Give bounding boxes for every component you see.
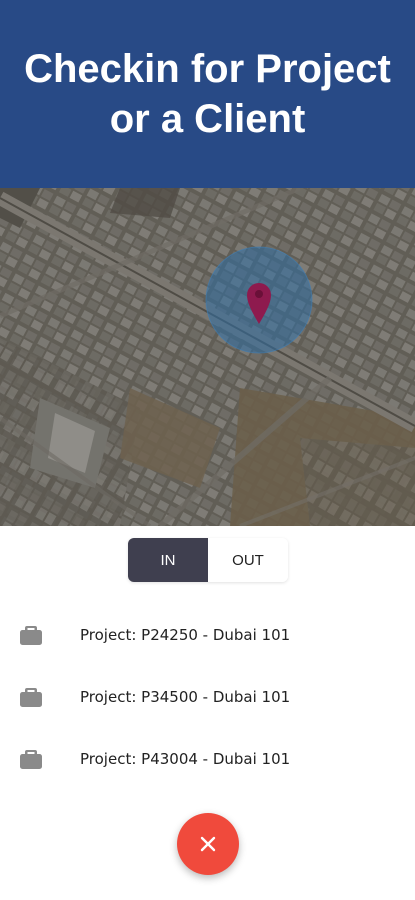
close-icon [200, 836, 216, 852]
list-item[interactable]: Project: P24250 - Dubai 101 [0, 604, 415, 666]
project-label: Project: P43004 - Dubai 101 [80, 750, 291, 768]
project-label: Project: P24250 - Dubai 101 [80, 626, 291, 644]
project-label: Project: P34500 - Dubai 101 [80, 688, 291, 706]
briefcase-icon [19, 748, 43, 770]
header: Checkin for Project or a Client [0, 0, 415, 188]
list-item[interactable]: Project: P43004 - Dubai 101 [0, 728, 415, 790]
page-title-line-1: Checkin for Project [24, 47, 391, 91]
briefcase-icon [19, 624, 43, 646]
briefcase-icon [19, 686, 43, 708]
map-view[interactable] [0, 188, 415, 526]
list-item[interactable]: Project: P34500 - Dubai 101 [0, 666, 415, 728]
out-toggle-button[interactable]: OUT [208, 538, 288, 582]
in-toggle-button[interactable]: IN [128, 538, 208, 582]
project-list: Project: P24250 - Dubai 101 Project: P34… [0, 604, 415, 790]
close-button[interactable] [177, 813, 239, 875]
checkin-panel: IN OUT Project: P24250 - Dubai 101 Proje… [0, 526, 415, 900]
satellite-map[interactable] [0, 188, 415, 526]
in-out-toggle: IN OUT [128, 538, 288, 582]
page-title-line-2: or a Client [109, 97, 306, 141]
